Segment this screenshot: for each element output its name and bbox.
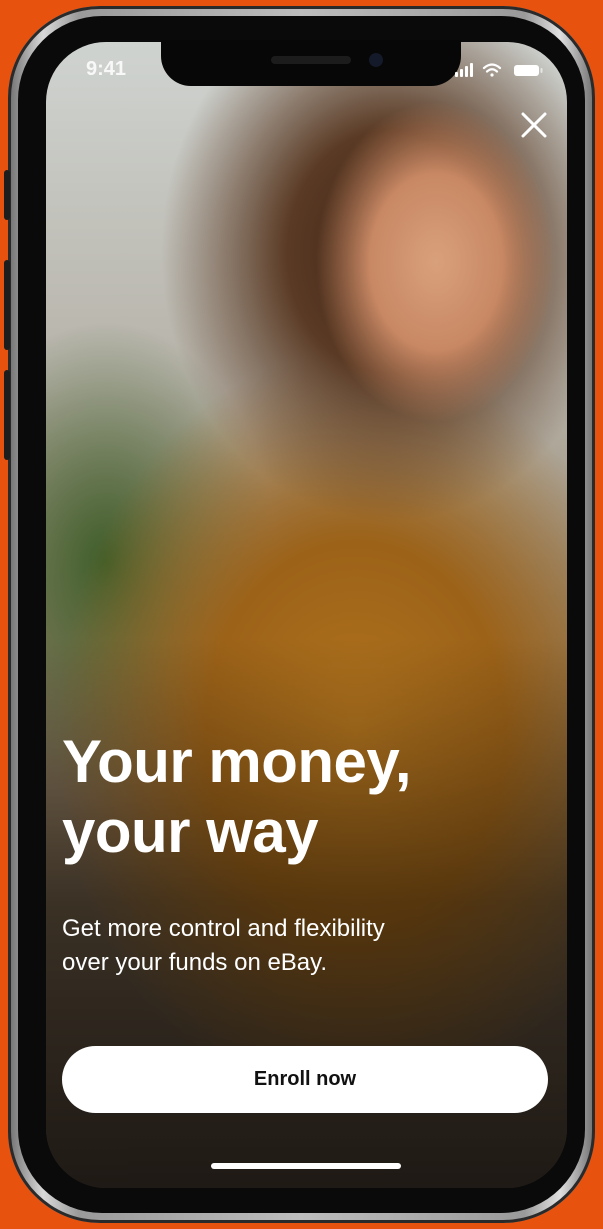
signal-icon [455,63,473,77]
volume-down-button [4,260,10,350]
status-icons [455,62,545,78]
home-indicator [211,1163,401,1169]
hero-photo-overlay [46,42,567,1188]
close-icon [521,112,547,138]
promo-subtext: Get more control and flexibility over yo… [62,912,522,980]
front-camera [369,53,383,67]
enroll-now-button[interactable]: Enroll now [62,1046,548,1113]
close-button[interactable] [512,103,556,147]
silent-switch [4,370,10,460]
subtext-line-1: Get more control and flexibility [62,915,385,942]
headline-line-2: your way [62,798,319,865]
wifi-icon [482,63,502,77]
app-screen [46,42,567,1188]
volume-up-button [4,170,10,220]
headline-line-1: Your money, [62,728,412,795]
phone-notch [161,40,461,86]
speaker-grille [271,56,351,64]
subtext-line-2: over your funds on eBay. [62,949,328,976]
promo-headline: Your money, your way [62,727,532,867]
status-time: 9:41 [86,58,127,80]
battery-icon [514,65,543,76]
